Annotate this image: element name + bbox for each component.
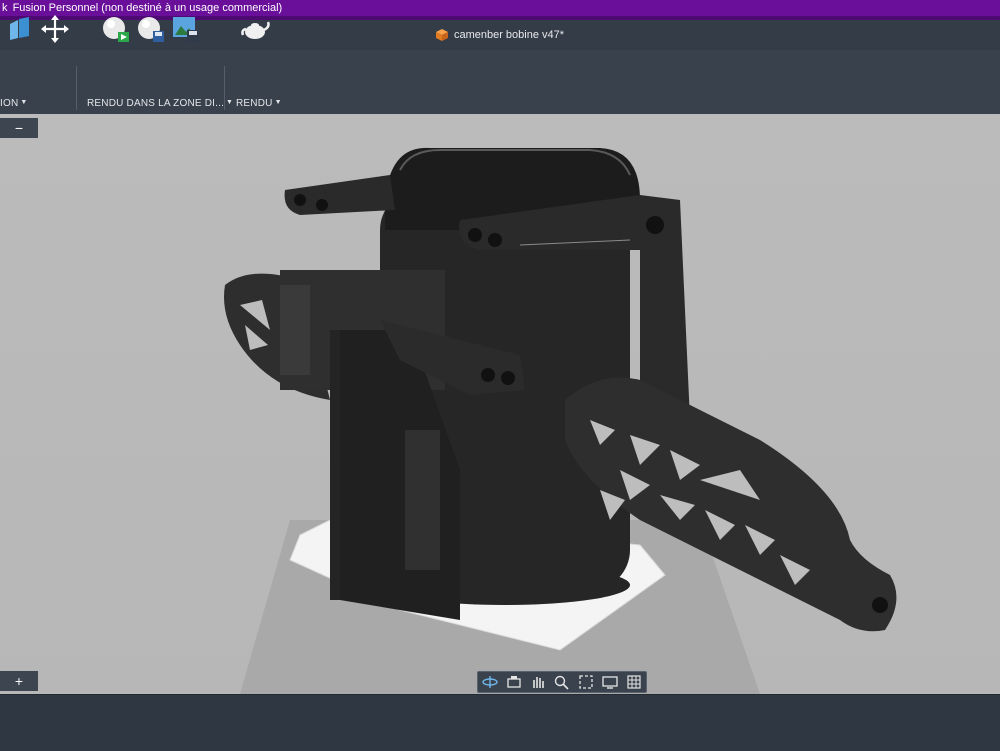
3d-model-render [224,147,897,694]
group-label-rendu[interactable]: RENDU ▼ [236,98,282,109]
navigation-bar [477,671,647,693]
pan-icon[interactable] [529,674,547,690]
render-canvas-play-icon[interactable] [101,14,131,44]
group-label-ion[interactable]: ION ▼ [0,98,28,109]
toolbar-separator [76,66,77,110]
move-icon[interactable] [40,14,70,44]
document-tab[interactable]: camenber bobine v47* [435,29,565,41]
orange-cube-icon [435,29,448,41]
display-settings-icon[interactable] [601,674,619,690]
status-bar [0,694,1000,751]
render-canvas-save-icon[interactable] [136,14,166,44]
3d-viewport[interactable] [0,114,1000,694]
teapot-render-icon[interactable] [240,14,270,44]
grid-settings-icon[interactable] [625,674,643,690]
expand-panel-button[interactable]: + [0,671,38,691]
window-title: Fusion Personnel (non destiné à un usage… [12,2,283,14]
group-label-rendu-zone[interactable]: RENDU DANS LA ZONE DI... ▼ [87,98,233,109]
title-prefix: k [2,2,8,14]
document-tab-label: camenber bobine v47* [453,29,565,41]
toolbar-separator [224,66,225,110]
render-gallery-icon[interactable] [171,14,201,44]
section-analysis-icon[interactable] [4,14,34,44]
orbit-icon[interactable] [481,674,499,690]
zoom-icon[interactable] [553,674,571,690]
fit-icon[interactable] [577,674,595,690]
look-at-icon[interactable] [505,674,523,690]
collapse-panel-button[interactable]: − [0,118,38,138]
